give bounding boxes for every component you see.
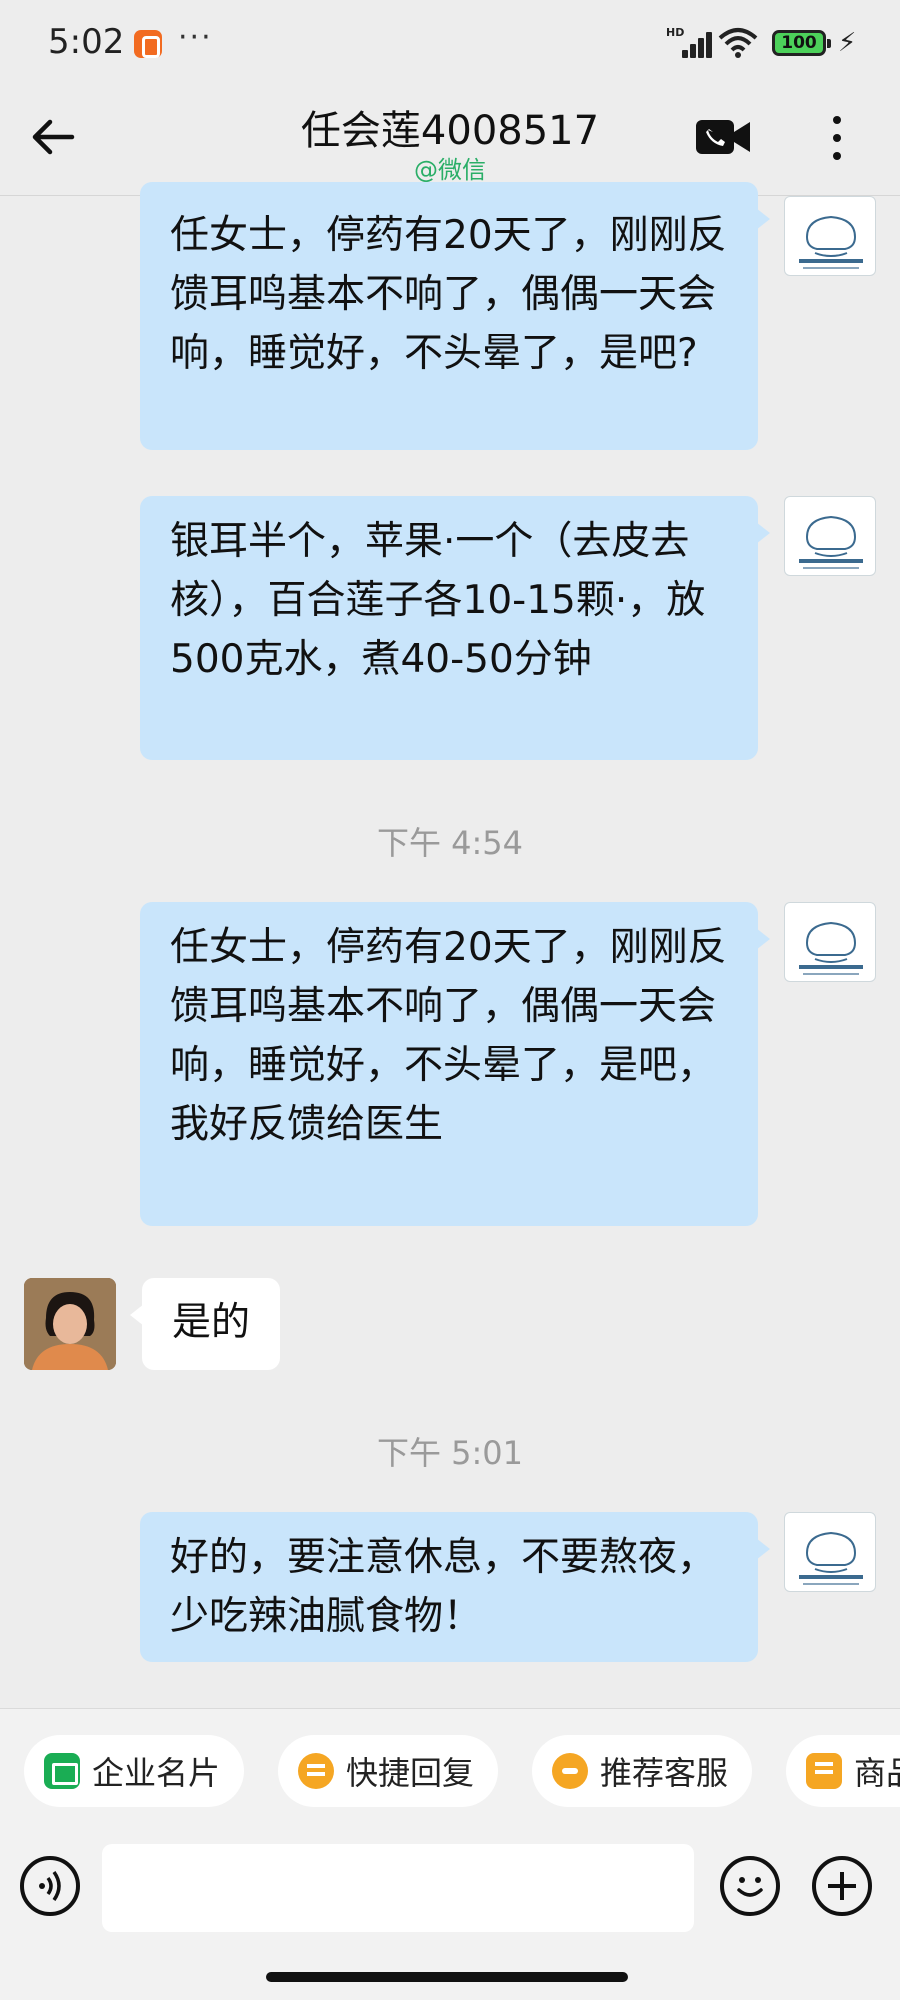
quick-action-bar: 企业名片 快捷回复 推荐客服 商品 <box>0 1708 900 1842</box>
chat-title: 任会莲4008517 <box>300 108 600 154</box>
chip-label: 快捷回复 <box>346 1754 475 1792</box>
add-more-icon[interactable] <box>812 1856 872 1916</box>
card-icon <box>44 1753 80 1789</box>
hospital-logo-icon <box>799 921 863 975</box>
message-text: 好的，要注意休息，不要熬夜，少吃辣油腻食物！ <box>170 1535 717 1639</box>
message-input[interactable] <box>102 1844 694 1932</box>
chip-label: 推荐客服 <box>600 1754 729 1792</box>
video-call-icon[interactable] <box>696 118 750 156</box>
hospital-logo-icon <box>799 1531 863 1585</box>
chat-subtitle: @微信 <box>414 156 486 184</box>
quick-reply-button[interactable]: 快捷回复 <box>278 1735 499 1807</box>
message-text: 任女士，停药有20天了，刚刚反馈耳鸣基本不响了，偶偶一天会响，睡觉好，不头晕了，… <box>170 213 727 376</box>
status-bar: 5:02 ··· HD 100 ⚡ <box>0 0 900 88</box>
charging-icon: ⚡ <box>838 28 857 58</box>
wifi-icon <box>718 28 758 58</box>
contact-avatar[interactable] <box>24 1278 116 1370</box>
smile-icon <box>737 1877 763 1897</box>
outgoing-message[interactable]: 银耳半个，苹果·一个（去皮去核），百合莲子各10-15颗·，放500克水，煮40… <box>140 496 770 760</box>
network-type-label: HD <box>666 26 685 39</box>
recommend-service-button[interactable]: 推荐客服 <box>532 1735 753 1807</box>
service-icon <box>552 1753 588 1789</box>
shop-icon <box>806 1753 842 1789</box>
products-button[interactable]: 商品 <box>786 1735 900 1807</box>
business-card-button[interactable]: 企业名片 <box>24 1735 245 1807</box>
home-indicator[interactable] <box>266 1972 628 1982</box>
outgoing-message[interactable]: 任女士，停药有20天了，刚刚反馈耳鸣基本不响了，偶偶一天会响，睡觉好，不头晕了，… <box>140 182 770 450</box>
message-timestamp: 下午 5:01 <box>376 1434 524 1472</box>
voice-input-icon[interactable] <box>20 1856 80 1916</box>
signal-icon: HD <box>666 26 712 58</box>
sender-avatar[interactable] <box>784 196 876 276</box>
battery-icon: 100 <box>772 30 831 56</box>
chip-label: 企业名片 <box>92 1754 221 1792</box>
sender-avatar[interactable] <box>784 496 876 576</box>
message-text: 银耳半个，苹果·一个（去皮去核），百合莲子各10-15颗·，放500克水，煮40… <box>170 519 706 682</box>
input-bar <box>0 1842 900 2000</box>
message-text: 是的 <box>172 1300 251 1345</box>
sender-avatar[interactable] <box>784 1512 876 1592</box>
outgoing-message[interactable]: 好的，要注意休息，不要熬夜，少吃辣油腻食物！ <box>140 1512 770 1662</box>
status-time: 5:02 <box>48 22 125 62</box>
message-text: 任女士，停药有20天了，刚刚反馈耳鸣基本不响了，偶偶一天会响，睡觉好，不头晕了，… <box>170 925 727 1147</box>
outgoing-message[interactable]: 任女士，停药有20天了，刚刚反馈耳鸣基本不响了，偶偶一天会响，睡觉好，不头晕了，… <box>140 902 770 1226</box>
sound-wave-icon <box>39 1870 61 1902</box>
app-notification-icon <box>134 30 162 58</box>
more-options-icon[interactable] <box>822 112 852 164</box>
chip-label: 商品 <box>854 1754 900 1792</box>
emoji-icon[interactable] <box>720 1856 780 1916</box>
incoming-message[interactable]: 是的 <box>129 1278 281 1370</box>
message-timestamp: 下午 4:54 <box>376 824 524 862</box>
contact-photo-icon <box>24 1278 116 1370</box>
hospital-logo-icon <box>799 515 863 569</box>
chat-header: 任会莲4008517 @微信 <box>0 88 900 196</box>
hospital-logo-icon <box>799 215 863 269</box>
more-notifications-icon: ··· <box>178 20 213 55</box>
quick-reply-icon <box>298 1753 334 1789</box>
sender-avatar[interactable] <box>784 902 876 982</box>
